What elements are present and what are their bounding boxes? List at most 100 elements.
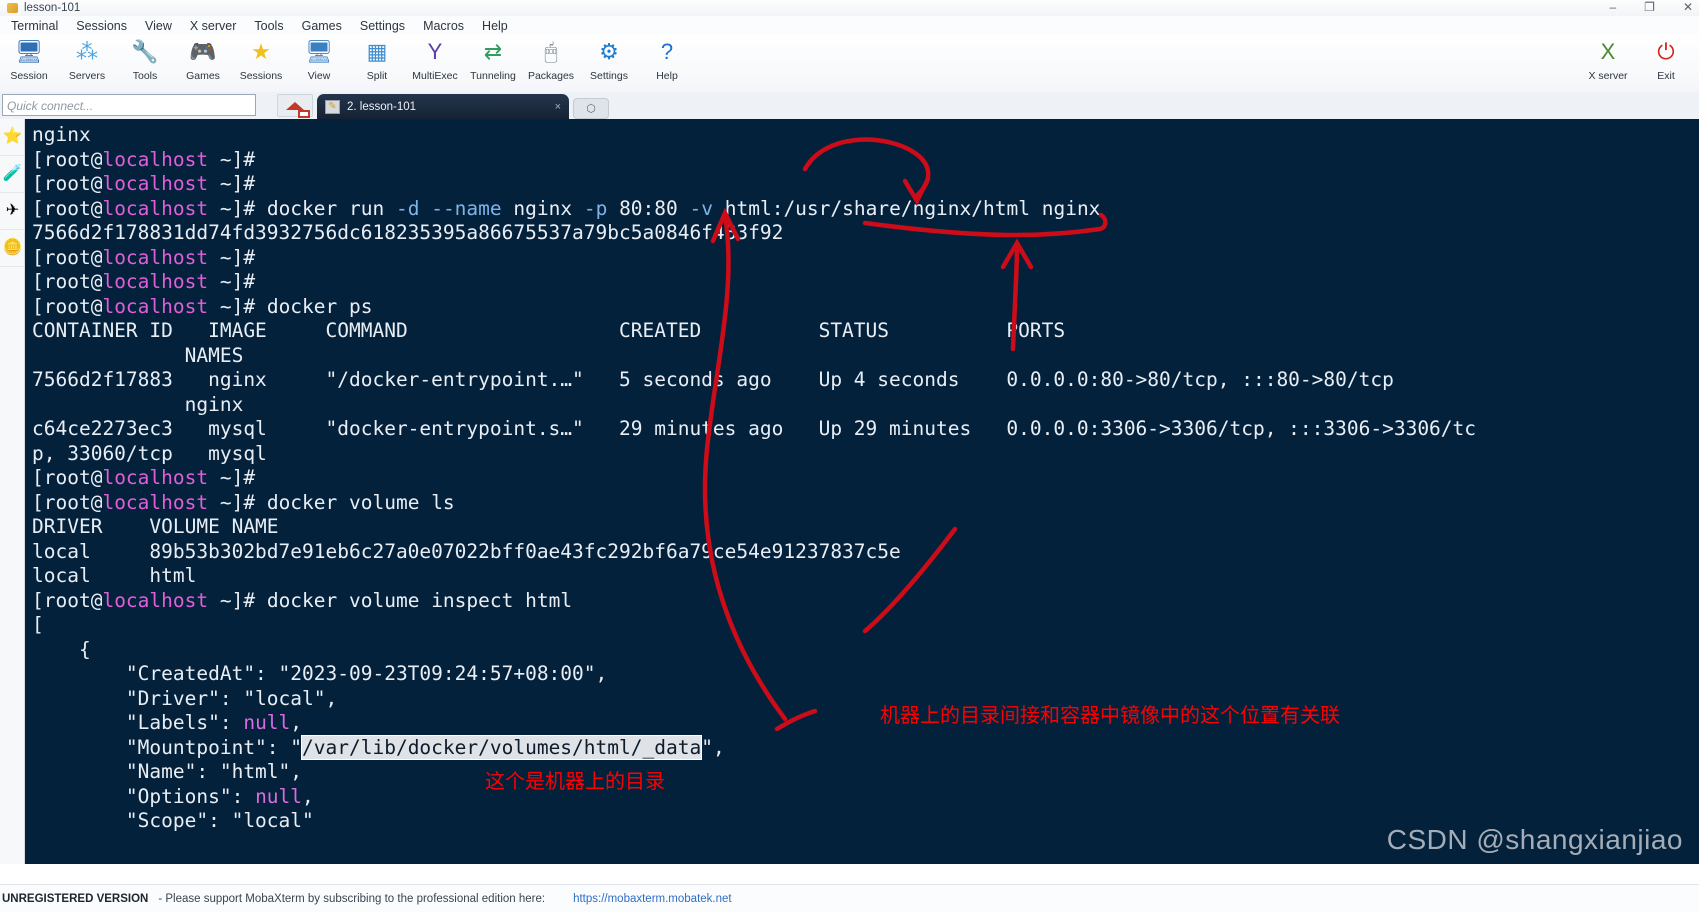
- close-button[interactable]: ✕: [1683, 0, 1693, 14]
- toolbar-multiexec-button[interactable]: Y MultiExec: [406, 35, 464, 91]
- toolbar-button-label: View: [307, 70, 331, 82]
- toolbar-settings-button[interactable]: ⚙ Settings: [580, 35, 638, 91]
- window-title-bar: lesson-101 – ❐ ✕: [0, 0, 1699, 16]
- sidebar-tools-wrench-icon[interactable]: 🧪: [0, 156, 25, 193]
- terminal-token: null: [255, 784, 303, 808]
- packages-icon: 🖱: [544, 39, 558, 64]
- toolbar-button-label: Servers: [68, 70, 106, 82]
- tab-lesson-101[interactable]: ✎ 2. lesson-101 ×: [317, 94, 569, 119]
- terminal-token: -p: [583, 196, 608, 220]
- quick-connect-input[interactable]: Quick connect...: [2, 94, 256, 116]
- terminal-line: [root@localhost ~]# docker ps: [32, 294, 373, 318]
- watermark: CSDN @shangxianjiao: [1386, 824, 1683, 855]
- terminal-line: DRIVER VOLUME NAME: [32, 515, 279, 538]
- menu-item-tools[interactable]: Tools: [245, 19, 292, 33]
- terminal-line: "CreatedAt": "2023-09-23T09:24:57+08:00"…: [32, 662, 608, 685]
- terminal-line: "Driver": "local",: [32, 686, 338, 710]
- settings-gear-icon: ⚙: [599, 39, 619, 64]
- toolbar-tools-button[interactable]: 🔧 Tools: [116, 35, 174, 91]
- terminal-tab-icon: ✎: [325, 99, 340, 114]
- multiexec-icon: Y: [427, 39, 443, 64]
- terminal-line: "Labels": null,: [32, 711, 303, 734]
- sidebar-sftp-plane-icon[interactable]: ✈: [0, 193, 25, 230]
- menu-item-sessions[interactable]: Sessions: [67, 19, 136, 33]
- terminal-line: [root@localhost ~]# docker run -d --name…: [32, 196, 1101, 220]
- home-button[interactable]: [277, 94, 313, 118]
- menu-item-settings[interactable]: Settings: [351, 19, 414, 33]
- toolbar-packages-button[interactable]: 🖱 Packages: [522, 35, 580, 91]
- window-controls[interactable]: – ❐ ✕: [1609, 0, 1693, 14]
- servers-icon: ⁂: [76, 39, 98, 64]
- prompt-hostname: localhost: [102, 490, 209, 514]
- toolbar-button-label: Exit: [1657, 70, 1675, 82]
- terminal-token: null: [243, 711, 291, 734]
- toolbar-split-button[interactable]: ▦ Split: [348, 35, 406, 91]
- menu-item-view[interactable]: View: [136, 19, 181, 33]
- left-sidebar: ⭐ 🧪 ✈ 🪙: [0, 119, 25, 864]
- toolbar-button-label: MultiExec: [412, 70, 458, 82]
- terminal-line: 7566d2f178831dd74fd3932756dc618235395a86…: [32, 221, 784, 244]
- menu-item-x-server[interactable]: X server: [181, 19, 246, 33]
- prompt-hostname: localhost: [102, 172, 209, 195]
- toolbar-button-label: Games: [186, 70, 220, 82]
- x-server-icon: X: [1600, 39, 1616, 64]
- toolbar-help-button[interactable]: ? Help: [638, 35, 696, 91]
- menu-item-help[interactable]: Help: [473, 19, 517, 33]
- exit-power-icon: ⏻: [1657, 39, 1675, 64]
- prompt-hostname: localhost: [102, 270, 209, 293]
- terminal-line: local html: [32, 564, 197, 587]
- close-icon[interactable]: ×: [555, 101, 561, 113]
- prompt-hostname: localhost: [102, 588, 209, 612]
- help-icon: ?: [660, 39, 674, 64]
- terminal-line: [: [32, 613, 44, 636]
- terminal-line: 7566d2f17883 nginx "/docker-entrypoint.……: [32, 368, 1394, 391]
- star-sessions-icon: ★: [251, 39, 271, 64]
- toolbar-session-button[interactable]: 🖥 Session: [0, 35, 58, 91]
- toolbar-view-button[interactable]: 🖥 View: [290, 35, 348, 91]
- view-icon: 🖥: [305, 39, 333, 64]
- toolbar-button-label: Session: [10, 70, 48, 82]
- toolbar-x-server-button[interactable]: X X server: [1579, 35, 1637, 91]
- toolbar-button-label: Help: [656, 70, 678, 82]
- toolbar-servers-button[interactable]: ⁂ Servers: [58, 35, 116, 91]
- status-message: - Please support MobaXterm by subscribin…: [158, 892, 546, 905]
- terminal-line: "Name": "html",: [32, 760, 303, 783]
- terminal-token: -v: [689, 196, 713, 220]
- toolbar-tunneling-button[interactable]: ⇄ Tunneling: [464, 35, 522, 91]
- toolbar-button-label: Sessions: [239, 70, 283, 82]
- terminal-line: {: [32, 637, 91, 661]
- terminal-pane[interactable]: nginx [root@localhost ~]# [root@localhost…: [25, 119, 1699, 864]
- mobaxterm-link[interactable]: https://mobaxterm.mobatek.net: [573, 893, 732, 905]
- maximize-button[interactable]: ❐: [1644, 0, 1655, 14]
- terminal-line: NAMES: [32, 343, 244, 367]
- sidebar-favorites-star-icon[interactable]: ⭐: [0, 119, 25, 156]
- toolbar-button-label: X server: [1588, 70, 1628, 82]
- tab-label: 2. lesson-101: [347, 100, 417, 113]
- toolbar-sessions-button[interactable]: ★ Sessions: [232, 35, 290, 91]
- prompt-hostname: localhost: [102, 466, 209, 489]
- terminal-line: [root@localhost ~]# docker volume inspec…: [32, 588, 573, 612]
- terminal-line: c64ce2273ec3 mysql "docker-entrypoint.s……: [32, 417, 1477, 440]
- minimize-button[interactable]: –: [1609, 0, 1616, 14]
- terminal-line: "Mountpoint": "/var/lib/docker/volumes/h…: [32, 734, 725, 760]
- toolbar-games-button[interactable]: 🎮 Games: [174, 35, 232, 91]
- terminal-line: [root@localhost ~]#: [32, 245, 267, 269]
- sidebar-macros-coin-icon[interactable]: 🪙: [0, 230, 25, 267]
- session-icon: 🖥: [15, 39, 43, 64]
- status-bar: UNREGISTERED VERSION - Please support Mo…: [0, 884, 1699, 912]
- terminal-line: nginx: [32, 392, 244, 416]
- new-tab-button[interactable]: ⬡: [573, 98, 609, 119]
- toolbar-exit-button[interactable]: ⏻ Exit: [1637, 35, 1695, 91]
- prompt-hostname: localhost: [102, 245, 209, 269]
- selected-mountpoint-text: /var/lib/docker/volumes/html/_data: [301, 734, 703, 760]
- terminal-line: CONTAINER ID IMAGE COMMAND CREATED STATU…: [32, 319, 1066, 342]
- menu-item-macros[interactable]: Macros: [414, 19, 473, 33]
- menu-item-terminal[interactable]: Terminal: [2, 19, 67, 33]
- main-toolbar: 🖥 Session ⁂ Servers 🔧 Tools 🎮 Games ★ Sessions 🖥 Vi…: [0, 35, 1699, 92]
- terminal-token: --name: [431, 196, 502, 220]
- toolbar-button-label: Tunneling: [470, 70, 516, 82]
- games-icon: 🎮: [189, 39, 217, 64]
- terminal-output: nginx [root@localhost ~]# [root@localhost…: [32, 123, 1699, 834]
- menu-item-games[interactable]: Games: [293, 19, 351, 33]
- terminal-line: [root@localhost ~]#: [32, 466, 267, 489]
